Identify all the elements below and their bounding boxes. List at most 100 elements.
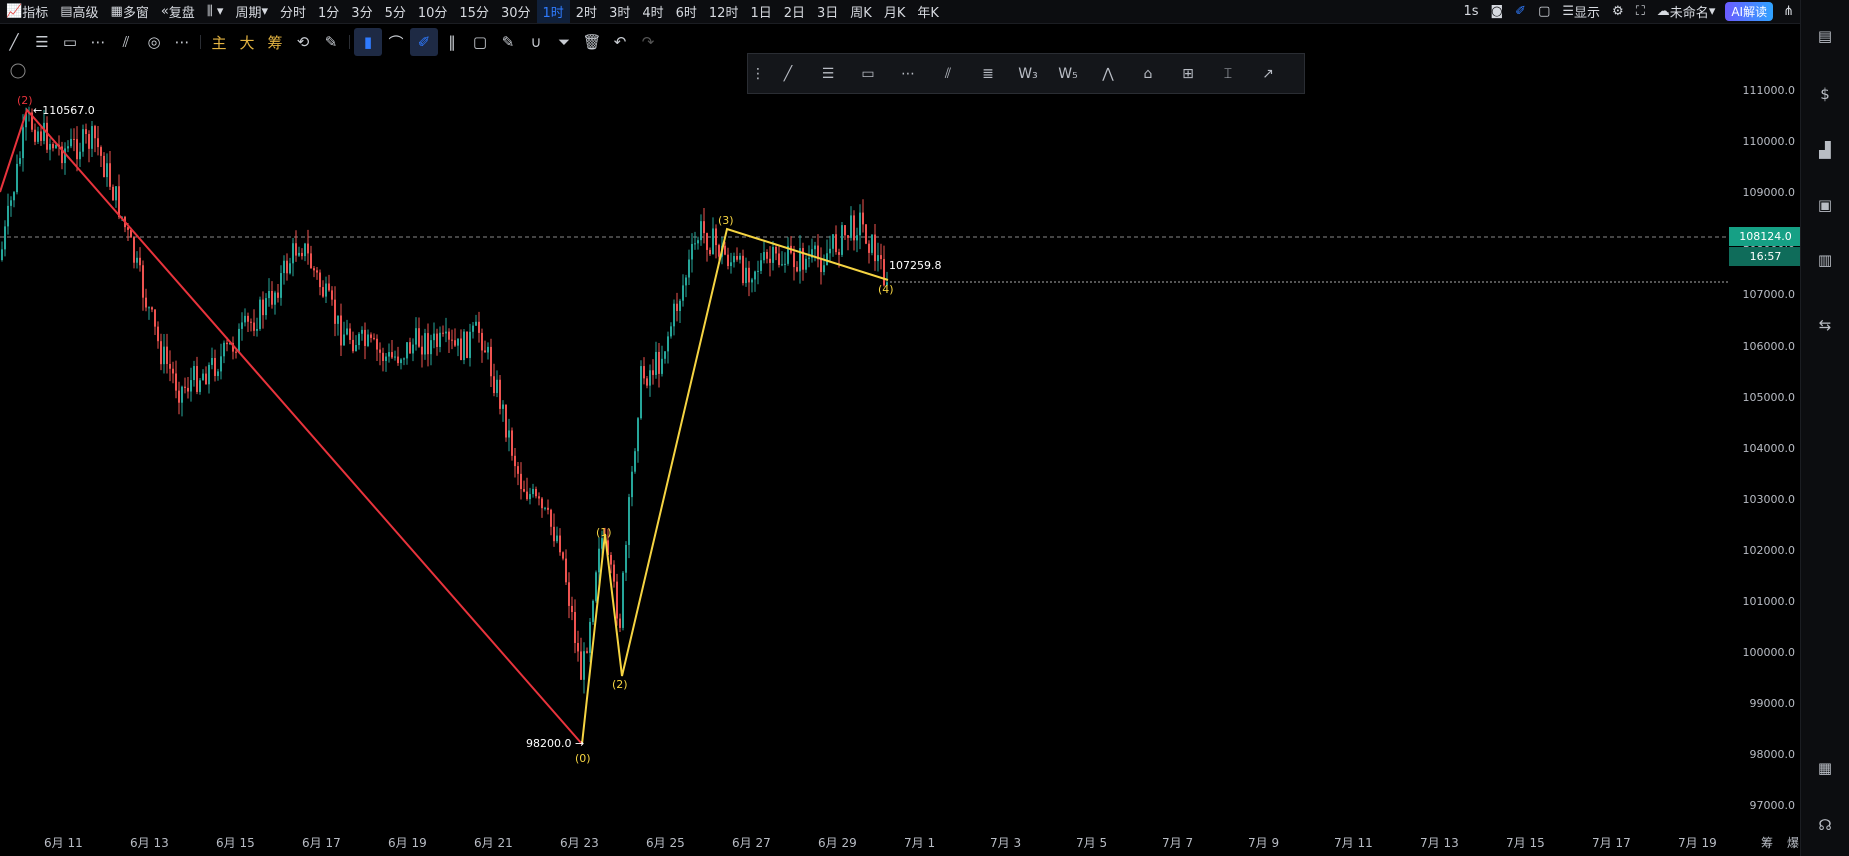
triangle-pattern-icon[interactable]: ⋀ — [1088, 54, 1128, 93]
chart-bars-icon[interactable]: ▟ — [1815, 140, 1835, 160]
hlines-tool-icon[interactable]: ☰ — [808, 54, 848, 93]
topbar-3h[interactable]: 3时 — [603, 0, 636, 23]
magnet-icon[interactable]: ∪ — [522, 28, 550, 56]
topbar-advanced[interactable]: ▤ 高级 — [54, 0, 104, 23]
candle-body — [343, 334, 345, 346]
spiral-tool-icon[interactable]: ◎ — [140, 28, 168, 56]
topbar-multi-window[interactable]: ▦ 多窗 — [105, 0, 155, 23]
large-order-button[interactable]: 大 — [233, 28, 261, 56]
compare-icon[interactable]: ⟲ — [289, 28, 317, 56]
topbar-week[interactable]: 周K — [844, 0, 878, 23]
undo-icon[interactable]: ↶ — [606, 28, 634, 56]
parallel-tool-icon[interactable]: ⫽ — [928, 54, 968, 93]
clipboard-icon[interactable]: ▢ — [466, 28, 494, 56]
more-tools-icon[interactable]: ⋯ — [168, 28, 196, 56]
price-range-tool-icon[interactable]: ⋯ — [84, 28, 112, 56]
head-shoulders-icon[interactable]: ⌂ — [1128, 54, 1168, 93]
candle-body — [733, 256, 735, 263]
topbar-timeshare[interactable]: 分时 — [274, 0, 312, 23]
topbar-30m[interactable]: 30分 — [495, 0, 537, 23]
collapse-icon[interactable] — [10, 63, 26, 79]
display-button[interactable]: ☰ 显示 — [1556, 0, 1606, 23]
ai-interpret-button[interactable]: AI解读 — [1725, 2, 1774, 21]
rect-tool-icon[interactable]: ▭ — [848, 54, 888, 93]
share-icon[interactable]: ⋔ — [1777, 0, 1800, 23]
headset-icon[interactable]: ☊ — [1815, 815, 1835, 835]
line-tool-icon[interactable]: ╱ — [768, 54, 808, 93]
topbar-2d[interactable]: 2日 — [778, 0, 811, 23]
chips-button[interactable]: 筹 — [261, 28, 289, 56]
zoom-box-icon[interactable]: ⊞ — [1168, 54, 1208, 93]
topbar-indicators[interactable]: 📈 指标 — [0, 0, 54, 23]
candle-body — [88, 134, 90, 149]
settings-gear-icon[interactable]: ⚙ — [1606, 0, 1630, 23]
redo-icon[interactable]: ↷ — [634, 28, 662, 56]
layout-icon[interactable]: ▦ — [1815, 758, 1835, 778]
time-tick: 7月 11 — [1334, 836, 1373, 850]
main-indicator-button[interactable]: 主 — [205, 28, 233, 56]
candle-body — [625, 544, 627, 573]
notes-icon[interactable]: ▤ — [1815, 26, 1835, 46]
wave5-tool-icon[interactable]: W₅ — [1048, 54, 1088, 93]
candle-body — [337, 315, 339, 324]
candle-body — [271, 290, 273, 305]
cards-icon[interactable]: ▥ — [1815, 250, 1835, 270]
filter-icon[interactable]: ⏷ — [550, 28, 578, 56]
topbar-12h[interactable]: 12时 — [703, 0, 745, 23]
bookmark-icon[interactable]: ▮ — [354, 28, 382, 56]
topbar-2h[interactable]: 2时 — [570, 0, 603, 23]
topbar-15m[interactable]: 15分 — [453, 0, 495, 23]
dollar-icon[interactable]: $ — [1815, 84, 1835, 104]
window-icon[interactable]: ▢ — [1532, 0, 1556, 23]
candle-body — [832, 234, 834, 249]
topbar-chart-type[interactable]: ⫼ ▾ — [201, 0, 230, 23]
topbar-1m[interactable]: 1分 — [312, 0, 345, 23]
fullscreen-icon[interactable]: ⛶ — [1630, 0, 1651, 23]
wave3-tool-icon[interactable]: W₃ — [1008, 54, 1048, 93]
price-axis[interactable]: 111000.0110000.0109000.0108000.0107000.0… — [1729, 60, 1799, 830]
measure-tool-icon[interactable]: ⋯ — [888, 54, 928, 93]
swap-icon[interactable]: ⇆ — [1815, 315, 1835, 335]
topbar-4h[interactable]: 4时 — [636, 0, 669, 23]
ruler-icon[interactable]: ⌒ — [382, 28, 410, 56]
interval-button[interactable]: 1s — [1457, 0, 1484, 23]
rectangle-tool-icon[interactable]: ▭ — [56, 28, 84, 56]
topbar-6h[interactable]: 6时 — [670, 0, 703, 23]
time-axis-toggle[interactable]: 爆 — [1787, 834, 1799, 851]
trend-line-tool-icon[interactable]: ╱ — [0, 28, 28, 56]
horizontal-lines-tool-icon[interactable]: ☰ — [28, 28, 56, 56]
fib-tool-icon[interactable]: ≣ — [968, 54, 1008, 93]
topbar-3m[interactable]: 3分 — [345, 0, 378, 23]
monitor-icon[interactable]: ▣ — [1815, 195, 1835, 215]
topbar-1d[interactable]: 1日 — [744, 0, 777, 23]
candle-style-icon[interactable]: ‖ — [438, 28, 466, 56]
candle-body — [376, 338, 378, 350]
topbar-1h[interactable]: 1时 — [536, 0, 570, 23]
candle-body — [382, 352, 384, 361]
topbar-period[interactable]: 周期 ▾ — [229, 0, 274, 23]
brush-icon[interactable]: ✎ — [317, 28, 345, 56]
drag-handle-icon[interactable]: ⋮ — [748, 54, 768, 93]
candle-body — [820, 259, 822, 273]
topbar-10m[interactable]: 10分 — [412, 0, 454, 23]
channel-tool-icon[interactable]: ⫽ — [112, 28, 140, 56]
time-axis-toggle[interactable]: 筹 — [1761, 834, 1773, 851]
trash-icon[interactable]: 🗑 — [578, 28, 606, 56]
cloud-save-button[interactable]: ☁ 未命名 ▾ — [1651, 0, 1722, 23]
topbar-3d[interactable]: 3日 — [811, 0, 844, 23]
price-chart[interactable]: (2) ←110567.0 98200.0 → (0) (1) (2) (3) … — [0, 60, 1729, 836]
topbar-month[interactable]: 月K — [878, 0, 912, 23]
topbar-replay[interactable]: « 复盘 — [155, 0, 201, 23]
arrow-tool-icon[interactable]: ↗ — [1248, 54, 1288, 93]
pen-icon[interactable]: ✐ — [1509, 0, 1532, 23]
camera-icon[interactable]: ◙ — [1485, 0, 1510, 23]
topbar-5m[interactable]: 5分 — [379, 0, 412, 23]
candle-body — [283, 260, 285, 274]
time-tick: 6月 25 — [646, 836, 685, 850]
candle-body — [754, 271, 756, 280]
pen-icon[interactable]: ✐ — [410, 28, 438, 56]
topbar-year[interactable]: 年K — [911, 0, 945, 23]
candle-body — [79, 151, 81, 160]
text-tool-icon[interactable]: ⌶ — [1208, 54, 1248, 93]
edit-icon[interactable]: ✎ — [494, 28, 522, 56]
